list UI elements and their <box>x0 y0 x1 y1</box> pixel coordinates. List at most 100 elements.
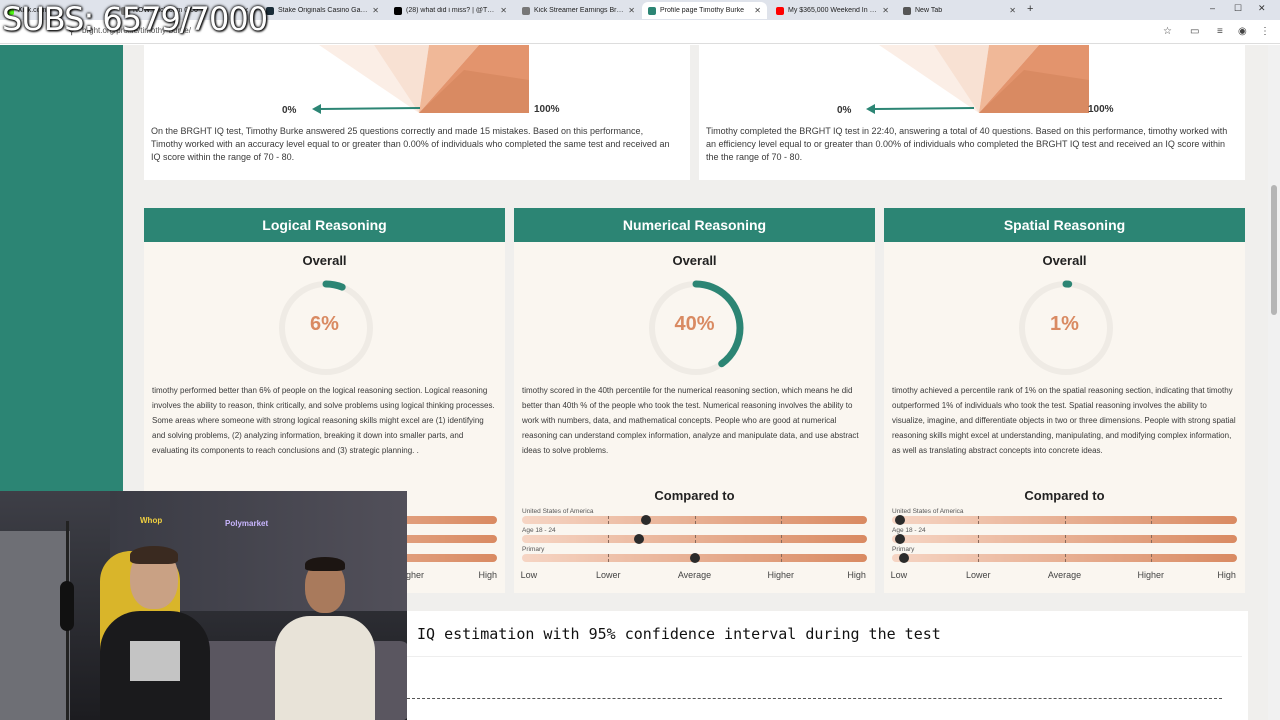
comparison-bar <box>522 553 867 563</box>
efficiency-description: Timothy completed the BRGHT IQ test in 2… <box>706 126 1228 162</box>
comparison-scale: Low Lower Average Higher High <box>520 570 867 582</box>
arrow-left-icon <box>312 104 421 114</box>
browser-tab[interactable]: My $365,000 Weekend In Egypt ✕ <box>770 2 895 19</box>
comparison-label: United States of America <box>522 508 594 515</box>
webcam-overlay: Whop Polymarket <box>0 491 407 720</box>
scale-label: Higher <box>1137 570 1165 580</box>
section-description: timothy scored in the 40th percentile fo… <box>522 386 859 455</box>
microphone <box>60 581 74 631</box>
overall-percent: 40% <box>674 313 715 335</box>
section-title: Logical Reasoning <box>144 208 505 242</box>
scale-label: Higher <box>767 570 795 580</box>
neon-sign: Whop <box>140 516 163 525</box>
comparison-row: Age 18 - 24 <box>522 527 867 544</box>
efficiency-card: 0% 100% Timothy completed the BRGHT IQ t… <box>699 45 1245 180</box>
section-description: timothy performed better than 6% of peop… <box>152 386 495 455</box>
shirt-print <box>130 641 180 681</box>
percent-high-label: 100% <box>1088 104 1114 115</box>
subs-counter-overlay: SUBS: 6579/7000 <box>2 0 268 38</box>
percent-low-label: 0% <box>282 105 297 116</box>
comparison-bar <box>892 515 1237 525</box>
tab-favicon-icon <box>776 6 784 15</box>
scale-label: High <box>478 570 497 580</box>
iq-estimation-title: IQ estimation with 95% confidence interv… <box>417 625 941 643</box>
profile-icon[interactable]: ◉ <box>1238 26 1247 37</box>
comparison-scale: Low Lower Average Higher High <box>890 570 1237 582</box>
scale-label: Lower <box>595 570 621 580</box>
percentile-marker <box>898 553 909 563</box>
close-tab-icon[interactable]: ✕ <box>754 6 761 15</box>
tab-favicon-icon <box>266 6 274 15</box>
section-description: timothy achieved a percentile rank of 1%… <box>892 386 1236 455</box>
overall-label: Overall <box>302 253 347 268</box>
menu-icon[interactable]: ⋮ <box>1260 26 1270 37</box>
percentile-marker <box>634 534 645 544</box>
numerical-reasoning-section: Numerical Reasoning Overall 40% timothy … <box>514 208 875 593</box>
close-tab-icon[interactable]: ✕ <box>500 6 507 15</box>
streamer-right-body <box>275 616 375 720</box>
comparison-label: Age 18 - 24 <box>522 527 556 534</box>
cast-icon[interactable]: ▭ <box>1190 26 1199 37</box>
percentile-marker <box>641 515 652 525</box>
comparison-label: Age 18 - 24 <box>892 527 926 534</box>
page-scrollbar[interactable] <box>1268 45 1280 720</box>
scale-label: High <box>847 570 866 580</box>
accuracy-card: 0% 100% On the BRGHT IQ test, Timothy Bu… <box>144 45 690 180</box>
browser-tab[interactable]: Kick Streamer Earnings Breakdown✕ <box>516 2 641 19</box>
tab-favicon-icon <box>522 6 530 15</box>
overall-label: Overall <box>1042 253 1087 268</box>
iq-estimation-card: IQ estimation with 95% confidence interv… <box>407 611 1248 720</box>
comparison-bar <box>892 553 1237 563</box>
scale-label: Low <box>520 570 538 580</box>
close-window-icon[interactable]: ✕ <box>1258 3 1266 14</box>
browser-tab[interactable]: New Tab ✕ <box>897 2 1022 19</box>
arrow-left-icon <box>866 104 975 114</box>
scrollbar-thumb[interactable] <box>1271 185 1277 315</box>
scale-label: Average <box>677 570 712 580</box>
overall-percent: 1% <box>1050 313 1079 335</box>
section-title: Spatial Reasoning <box>884 208 1245 242</box>
overall-percent: 6% <box>310 313 339 335</box>
comparison-row: United States of America <box>522 508 867 525</box>
new-tab-button[interactable]: + <box>1027 3 1033 15</box>
comparison-label: United States of America <box>892 508 964 515</box>
iq-estimation-chart-area <box>407 656 1242 720</box>
comparison-label: Primary <box>892 546 915 553</box>
percent-high-label: 100% <box>534 104 560 115</box>
comparison-row: Primary <box>522 546 867 563</box>
maximize-icon[interactable]: ☐ <box>1234 3 1242 14</box>
star-icon[interactable]: ☆ <box>1163 26 1172 37</box>
comparison-row: Age 18 - 24 <box>892 527 1237 544</box>
close-tab-icon[interactable]: ✕ <box>372 6 379 15</box>
scale-label: Low <box>890 570 908 580</box>
percentile-marker <box>895 534 906 544</box>
tab-favicon-icon <box>903 6 911 15</box>
compared-to-heading: Compared to <box>654 488 735 503</box>
comparison-row: Primary <box>892 546 1237 563</box>
close-tab-icon[interactable]: ✕ <box>1009 6 1016 15</box>
accuracy-description: On the BRGHT IQ test, Timothy Burke answ… <box>151 126 670 162</box>
neon-sign: Polymarket <box>225 519 269 528</box>
streamer-left-hair <box>130 546 178 564</box>
percentile-marker <box>895 515 906 525</box>
tab-favicon-icon <box>394 6 402 15</box>
streamer-right-hair <box>305 557 345 571</box>
close-tab-icon[interactable]: ✕ <box>628 6 635 15</box>
browser-tab-active[interactable]: Profile page Timothy Burke ✕ <box>642 2 767 19</box>
confidence-dashed-line <box>407 698 1222 699</box>
comparison-bar <box>522 515 867 525</box>
tab-favicon-icon <box>648 6 656 15</box>
percentile-marker <box>689 553 700 563</box>
comparison-bar <box>522 534 867 544</box>
percent-low-label: 0% <box>837 105 852 116</box>
scale-label: High <box>1217 570 1236 580</box>
close-tab-icon[interactable]: ✕ <box>882 6 889 15</box>
browser-tab[interactable]: Stake Originals Casino Games | Stake✕ <box>260 2 385 19</box>
overall-label: Overall <box>672 253 717 268</box>
scale-label: Average <box>1047 570 1082 580</box>
minimize-icon[interactable]: – <box>1210 3 1215 13</box>
comparison-row: United States of America <box>892 508 1237 525</box>
extensions-icon[interactable]: ≡ <box>1217 26 1223 37</box>
browser-tab[interactable]: (28) what did i miss? | @TJR @...✕ <box>388 2 513 19</box>
compared-to-heading: Compared to <box>1024 488 1105 503</box>
